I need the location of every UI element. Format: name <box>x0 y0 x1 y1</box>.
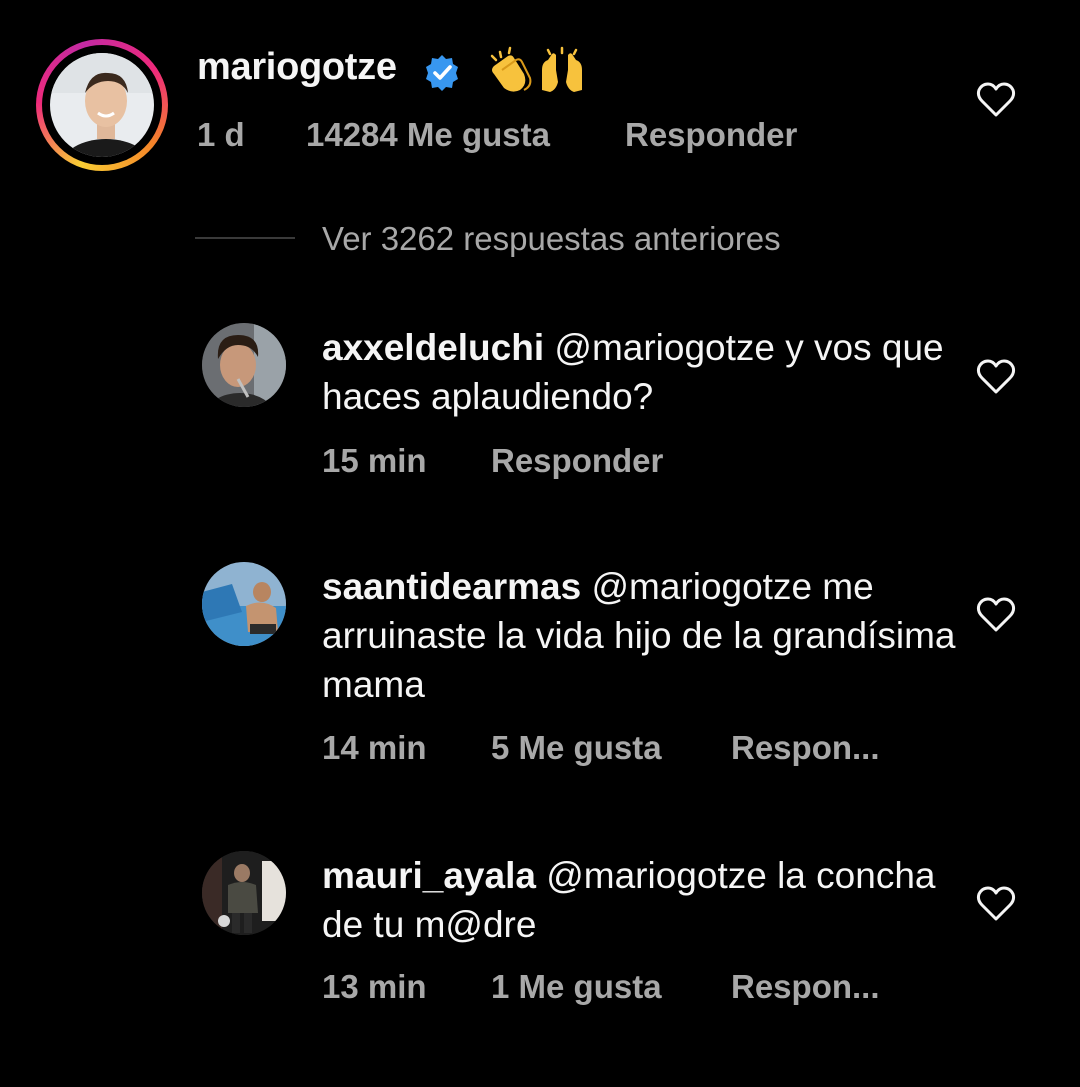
reply-button[interactable]: Respon... <box>731 968 880 1006</box>
reply-body: saantidearmas @mariogotze me arruinaste … <box>322 562 962 709</box>
clapping-hands-emoji-icon <box>488 46 588 92</box>
reply-body: axxeldeluchi @mariogotze y vos que haces… <box>322 323 962 421</box>
avatar <box>50 53 154 157</box>
reply-button[interactable]: Responder <box>625 116 797 154</box>
avatar[interactable] <box>202 851 286 935</box>
reply-body: mauri_ayala @mariogotze la concha de tu … <box>322 851 962 949</box>
comment-time: 1 d <box>197 116 245 153</box>
avatar[interactable] <box>202 562 286 646</box>
reply-username[interactable]: saantidearmas <box>322 566 581 607</box>
replies-divider <box>195 237 295 239</box>
reply-time: 13 min <box>322 968 427 1005</box>
verified-badge-icon <box>422 53 462 93</box>
story-ring-avatar[interactable] <box>36 39 168 171</box>
reply-username[interactable]: mauri_ayala <box>322 855 536 896</box>
heart-outline-icon[interactable] <box>976 359 1016 395</box>
reply-time: 15 min <box>322 442 427 479</box>
reply-button[interactable]: Respon... <box>731 729 880 767</box>
view-previous-replies-button[interactable]: Ver 3262 respuestas anteriores <box>322 220 781 258</box>
comment-username[interactable]: mariogotze <box>197 46 397 89</box>
avatar[interactable] <box>202 323 286 407</box>
reply-likes-count[interactable]: 5 Me gusta <box>491 729 662 767</box>
reply-time: 14 min <box>322 729 427 766</box>
reply-button[interactable]: Responder <box>491 442 663 480</box>
heart-outline-icon[interactable] <box>976 886 1016 922</box>
reply-username[interactable]: axxeldeluchi <box>322 327 544 368</box>
heart-outline-icon[interactable] <box>976 597 1016 633</box>
heart-outline-icon[interactable] <box>976 82 1016 118</box>
reply-likes-count[interactable]: 1 Me gusta <box>491 968 662 1006</box>
comment-likes-count[interactable]: 14284 Me gusta <box>306 116 550 154</box>
